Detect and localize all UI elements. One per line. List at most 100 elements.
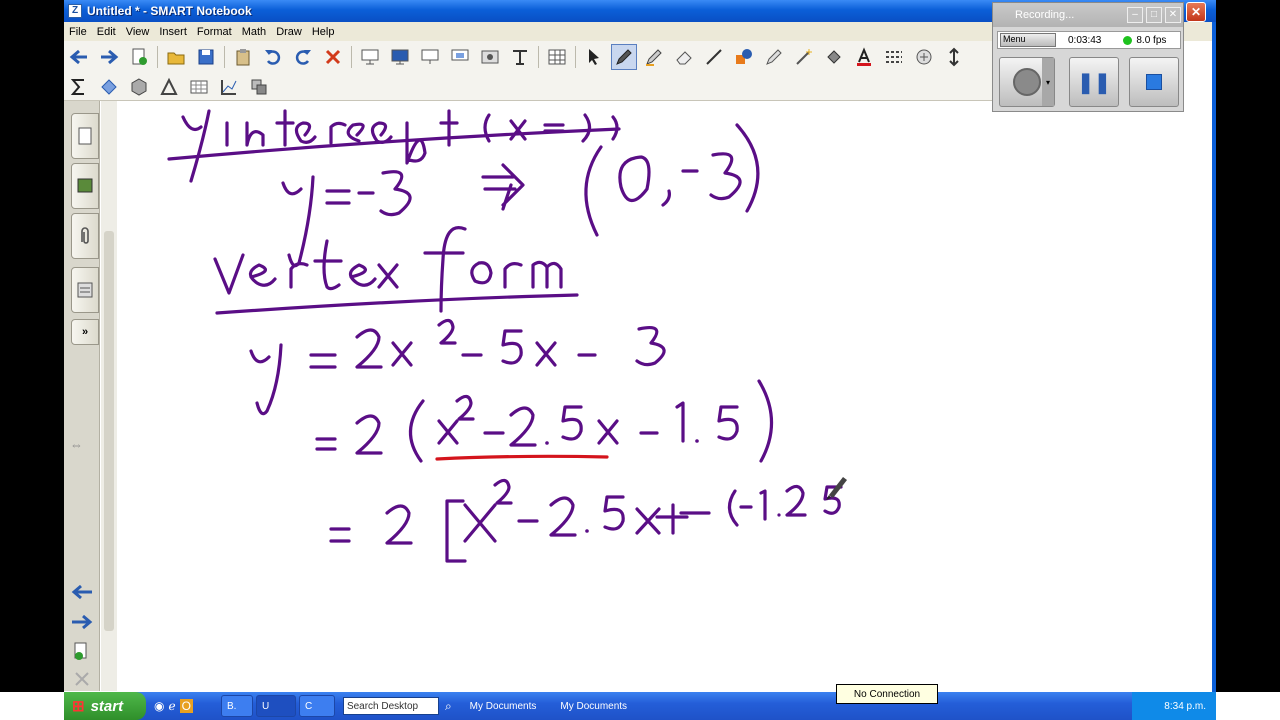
double-chevron-icon: » — [81, 326, 89, 338]
menu-help[interactable]: Help — [307, 26, 340, 38]
attachments-tab[interactable] — [71, 213, 99, 259]
capture-icon[interactable] — [447, 44, 473, 70]
recorder-close-button[interactable]: ✕ — [1165, 7, 1181, 23]
resize-arrows-icon[interactable]: ⇔ — [70, 437, 83, 452]
menu-view[interactable]: View — [121, 26, 155, 38]
handwriting-equation-line-2 — [315, 379, 774, 463]
vertical-scrollbar[interactable] — [101, 101, 117, 691]
dual-display-icon[interactable] — [417, 44, 443, 70]
line-icon[interactable] — [701, 44, 727, 70]
creative-pen-icon[interactable] — [641, 44, 667, 70]
recorder-minimize-button[interactable]: – — [1127, 7, 1143, 23]
document-camera-icon[interactable] — [477, 44, 503, 70]
scrollbar-thumb[interactable] — [104, 231, 114, 631]
pen-icon[interactable] — [611, 44, 637, 70]
move-sidebar-left-icon[interactable] — [70, 583, 94, 606]
save-icon[interactable] — [193, 44, 219, 70]
record-button[interactable]: ▾ — [999, 57, 1055, 107]
record-dropdown-icon[interactable]: ▾ — [1042, 58, 1054, 106]
whiteboard-canvas[interactable] — [117, 101, 1216, 691]
menu-file[interactable]: File — [64, 26, 92, 38]
redo-icon[interactable] — [290, 44, 316, 70]
menu-edit[interactable]: Edit — [92, 26, 121, 38]
table-icon[interactable] — [544, 44, 570, 70]
handwriting-y-equals-minus-3 — [281, 123, 760, 268]
math-toolbar — [64, 73, 994, 101]
taskbar: ⊞ start ◉ ℯ O B. U C Search Desktop ⌕ My… — [64, 692, 1216, 720]
full-screen-icon[interactable] — [387, 44, 413, 70]
measure-icon[interactable] — [186, 74, 212, 100]
close-button[interactable]: ✕ — [1186, 2, 1206, 22]
start-button[interactable]: ⊞ start — [64, 692, 146, 720]
pause-button[interactable]: ❚❚ — [1069, 57, 1119, 107]
taskbar-task-1[interactable]: B. — [220, 695, 253, 717]
move-toolbar-icon[interactable] — [941, 44, 967, 70]
side-tab-bar: » ⇔ — [64, 101, 100, 691]
gallery-tab[interactable] — [71, 163, 99, 209]
search-icon[interactable]: ⌕ — [445, 699, 452, 714]
forward-arrow-icon[interactable] — [96, 44, 122, 70]
expand-tab[interactable]: » — [71, 319, 99, 345]
gallery-icon — [77, 178, 93, 193]
task-label: U — [261, 700, 270, 712]
menu-format[interactable]: Format — [192, 26, 237, 38]
windows-logo-icon: ⊞ — [72, 698, 85, 715]
my-documents-toolbar-2[interactable]: My Documents — [560, 701, 627, 712]
stop-button[interactable] — [1129, 57, 1179, 107]
taskbar-task-3[interactable]: C — [298, 695, 335, 717]
shape-icon[interactable] — [731, 44, 757, 70]
delete-page-side-icon[interactable] — [72, 669, 92, 694]
toolbar-separator — [538, 46, 539, 68]
tools-icon[interactable] — [246, 74, 272, 100]
chrome-icon[interactable]: ◉ — [154, 699, 164, 713]
3d-icon[interactable] — [126, 74, 152, 100]
select-icon[interactable] — [581, 44, 607, 70]
add-page-icon[interactable] — [126, 44, 152, 70]
magic-pen-icon[interactable] — [761, 44, 787, 70]
back-arrow-icon[interactable] — [66, 44, 92, 70]
sigma-icon[interactable] — [66, 74, 92, 100]
right-black-frame — [1216, 0, 1280, 692]
recorder-elapsed-time: 0:03:43 — [1068, 34, 1102, 46]
ie-icon[interactable]: ℯ — [168, 699, 175, 713]
recorder-title-bar[interactable]: Recording... – □ ✕ — [993, 3, 1183, 27]
text-color-icon[interactable] — [851, 44, 877, 70]
properties-tab[interactable] — [71, 267, 99, 313]
clock[interactable]: 8:34 p.m. — [1164, 701, 1206, 712]
fill-icon[interactable] — [821, 44, 847, 70]
shape-recognition-icon[interactable] — [96, 74, 122, 100]
menu-insert[interactable]: Insert — [154, 26, 192, 38]
screen: Z Untitled * - SMART Notebook File Edit … — [0, 0, 1280, 720]
recorder-menu-button[interactable]: Menu — [1000, 33, 1056, 47]
graph-icon[interactable] — [216, 74, 242, 100]
undo-icon[interactable] — [260, 44, 286, 70]
open-folder-icon[interactable] — [163, 44, 189, 70]
line-style-icon[interactable] — [881, 44, 907, 70]
fps-status-dot — [1123, 35, 1133, 45]
magic-wand-icon[interactable] — [791, 44, 817, 70]
toolbar-separator — [224, 46, 225, 68]
outlook-icon[interactable]: O — [179, 699, 193, 713]
menu-draw[interactable]: Draw — [271, 26, 307, 38]
taskbar-task-2[interactable]: U — [255, 695, 296, 717]
search-placeholder: Search Desktop — [346, 700, 419, 712]
recorder-maximize-button[interactable]: □ — [1146, 7, 1162, 23]
delete-icon[interactable] — [320, 44, 346, 70]
paste-icon[interactable] — [230, 44, 256, 70]
left-black-frame — [0, 0, 64, 692]
properties-icon[interactable] — [911, 44, 937, 70]
pause-icon: ❚❚ — [1077, 71, 1111, 94]
task-label: B. — [226, 700, 237, 712]
move-sidebar-right-icon[interactable] — [70, 613, 94, 636]
menu-math[interactable]: Math — [237, 26, 271, 38]
geometry-icon[interactable] — [156, 74, 182, 100]
eraser-icon[interactable] — [671, 44, 697, 70]
text-tool-icon[interactable] — [507, 44, 533, 70]
desktop-search-input[interactable]: Search Desktop — [342, 697, 439, 715]
handwriting-equation-line-3 — [329, 478, 843, 563]
page-sorter-tab[interactable] — [71, 113, 99, 159]
add-page-side-icon[interactable] — [72, 641, 92, 666]
my-documents-toolbar-1[interactable]: My Documents — [470, 701, 537, 712]
screen-shade-icon[interactable] — [357, 44, 383, 70]
start-label: start — [90, 697, 124, 715]
